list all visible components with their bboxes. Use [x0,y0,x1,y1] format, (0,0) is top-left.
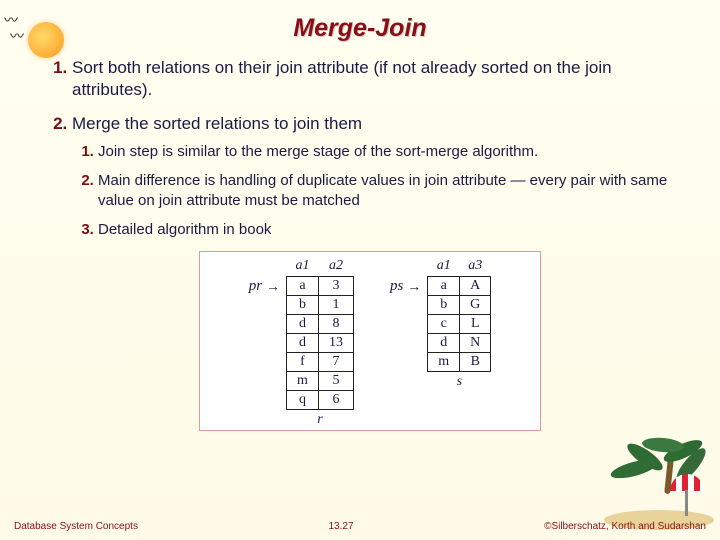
bird-icon: 〰 [10,26,24,46]
table-row: a3 [287,277,354,296]
table-row: dN [428,334,491,353]
table-row: aA [428,277,491,296]
slide-footer: Database System Concepts 13.27 ©Silbersc… [0,521,720,532]
table-row: m5 [287,372,354,391]
corner-sun-decoration: 〰 〰 [4,4,64,60]
col-header: a1 [428,258,460,277]
footer-left: Database System Concepts [14,521,138,532]
bullet-2-text: Merge the sorted relations to join them [72,114,362,133]
slide-body: Sort both relations on their join attrib… [0,43,720,431]
subbullet-3: Detailed algorithm in book [98,220,692,239]
table-row: f7 [287,353,354,372]
arrow-icon: → [266,280,280,296]
table-row: bG [428,296,491,315]
table-r-label: r [286,412,354,428]
bullet-1: Sort both relations on their join attrib… [72,57,692,101]
pointer-pr: pr [249,278,262,295]
table-row: d13 [287,334,354,353]
footer-right: ©Silberschatz, Korth and Sudarshan [544,521,706,532]
arrow-icon: → [407,280,421,296]
subbullet-1: Join step is similar to the merge stage … [98,142,692,161]
sun-icon [28,22,64,58]
left-relation: pr → a1a2a3b1d8d13f7m5q6 r [249,258,354,428]
bullet-2: Merge the sorted relations to join them … [72,113,692,240]
table-row: mB [428,353,491,372]
pointer-ps: ps [390,278,403,295]
footer-center: 13.27 [329,521,354,532]
palm-tree-decoration [604,436,714,526]
right-relation: ps → a1a3aAbGcLdNmB s [390,258,491,390]
col-header: a3 [460,258,491,277]
table-s: a1a3aAbGcLdNmB [427,258,491,372]
slide-title: Merge-Join [0,0,720,43]
table-row: d8 [287,315,354,334]
col-header: a2 [318,258,353,277]
table-row: cL [428,315,491,334]
col-header: a1 [287,258,319,277]
bullet-1-text: Sort both relations on their join attrib… [72,58,612,99]
table-row: q6 [287,391,354,410]
table-r: a1a2a3b1d8d13f7m5q6 [286,258,354,410]
subbullet-2: Main difference is handling of duplicate… [98,171,692,209]
table-s-label: s [427,374,491,390]
merge-join-diagram: pr → a1a2a3b1d8d13f7m5q6 r ps → a1a3aAbG… [199,251,541,431]
table-row: b1 [287,296,354,315]
